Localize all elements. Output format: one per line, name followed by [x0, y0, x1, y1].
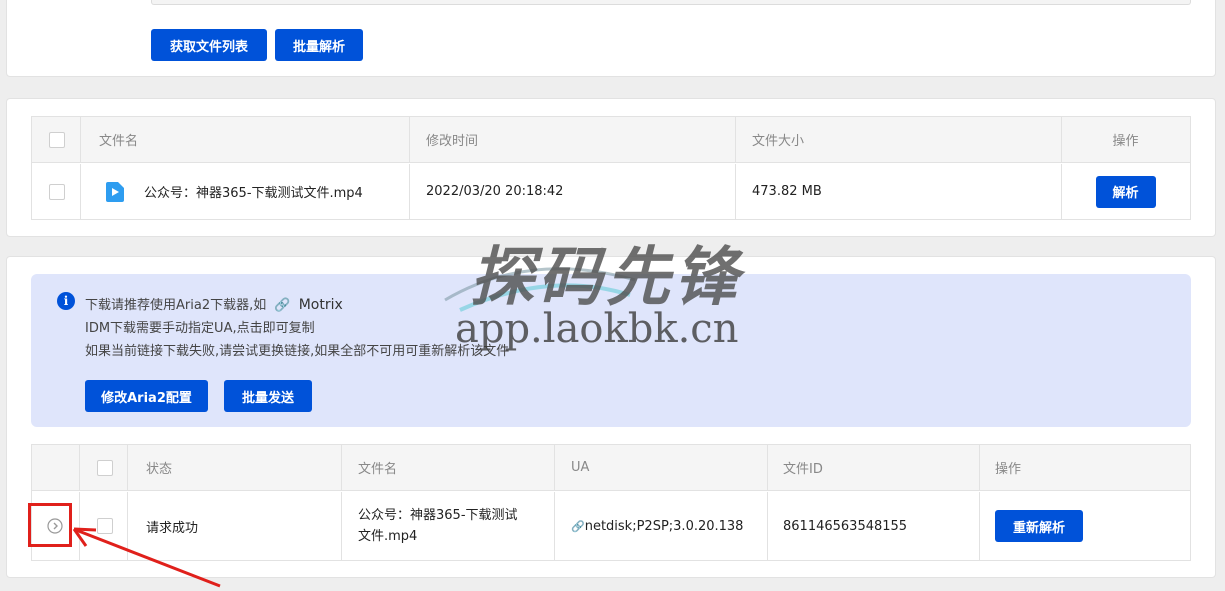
select-all-checkbox[interactable]	[49, 131, 65, 148]
video-file-icon	[106, 181, 124, 202]
info-icon: i	[57, 292, 75, 310]
page: 获取文件列表 批量解析 文件名 修改时间 文件大小 操作 公众号：神器365-下…	[0, 0, 1225, 591]
file-name: 公众号：神器365-下载测试文件.mp4	[144, 186, 363, 201]
header-modified: 修改时间	[426, 134, 479, 149]
edit-aria2-config-button[interactable]: 修改Aria2配置	[85, 380, 208, 412]
batch-parse-button[interactable]: 批量解析	[275, 29, 363, 61]
link-icon: 🔗	[274, 298, 291, 313]
header-status: 状态	[146, 462, 173, 477]
header-file-id: 文件ID	[783, 462, 823, 477]
file-table-header: 文件名 修改时间 文件大小 操作	[32, 117, 1190, 163]
reparse-button[interactable]: 重新解析	[995, 510, 1083, 542]
get-file-list-button[interactable]: 获取文件列表	[151, 29, 267, 61]
notice-line3: 如果当前链接下载失败,请尝试更换链接,如果全部不可用可重新解析该文件	[85, 344, 510, 359]
parse-button[interactable]: 解析	[1095, 175, 1156, 208]
file-size: 473.82 MB	[752, 184, 822, 199]
result-filename-line2: 文件.mp4	[358, 529, 418, 544]
header-size: 文件大小	[752, 134, 805, 149]
red-arrow-icon	[72, 527, 221, 588]
header-action: 操作	[1112, 134, 1139, 149]
motrix-link[interactable]: Motrix	[299, 297, 343, 313]
link-input[interactable]	[151, 0, 1191, 5]
header-ua: UA	[571, 460, 590, 475]
results-table-header: 状态 文件名 UA 文件ID 操作	[32, 445, 1190, 491]
watermark-url: app.laokbk.cn	[455, 306, 739, 352]
table-row: 公众号：神器365-下载测试文件.mp4 2022/03/20 20:18:42…	[32, 164, 1190, 219]
actions-card: 获取文件列表 批量解析	[6, 0, 1216, 77]
watermark-brand: 探码先锋	[470, 241, 742, 315]
result-filename-line1: 公众号：神器365-下载测试	[358, 508, 518, 523]
file-list-card: 文件名 修改时间 文件大小 操作 公众号：神器365-下载测试文件.mp4 20…	[6, 98, 1216, 237]
header-result-filename: 文件名	[358, 462, 398, 477]
file-modified: 2022/03/20 20:18:42	[426, 184, 564, 199]
notice-line2[interactable]: IDM下载需要手动指定UA,点击即可复制	[85, 317, 315, 336]
batch-send-button[interactable]: 批量发送	[224, 380, 312, 412]
header-filename: 文件名	[99, 134, 139, 149]
row-checkbox[interactable]	[49, 183, 65, 200]
result-ua-text: netdisk;P2SP;3.0.20.138	[584, 518, 744, 534]
select-all-results-checkbox[interactable]	[97, 459, 113, 476]
file-table: 文件名 修改时间 文件大小 操作 公众号：神器365-下载测试文件.mp4 20…	[31, 116, 1191, 220]
notice-line1: 下载请推荐使用Aria2下载器,如	[85, 298, 267, 313]
link-icon: 🔗	[571, 519, 585, 533]
header-result-action: 操作	[995, 462, 1022, 477]
result-ua[interactable]: 🔗 netdisk;P2SP;3.0.20.138	[571, 492, 743, 560]
result-file-id: 861146563548155	[783, 518, 908, 534]
